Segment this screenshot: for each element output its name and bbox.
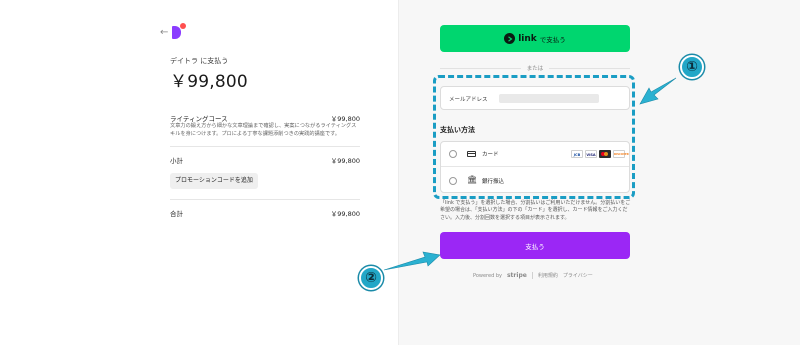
powered-by-text: Powered by (473, 272, 502, 279)
item-description: 文章力の鍛え方から細かな文章理論まで確認し、実案につながるライティングスキルを身… (170, 123, 357, 137)
installment-notice: 「link で支払う」を選択した場合、分割払いはご利用いただけません。分割払いを… (440, 200, 631, 221)
stripe-logo[interactable]: stripe (507, 272, 527, 279)
merchant-line: デイトラ に支払う (170, 57, 229, 65)
subtotal-label: 小計 (170, 157, 183, 165)
subtotal-row: 小計 ￥99,800 (170, 155, 360, 165)
add-promo-code-button[interactable]: プロモーションコードを追加 (170, 173, 258, 189)
or-divider: または (440, 64, 631, 72)
item-price: ￥99,800 (330, 115, 360, 123)
item-name: ライティングコース (170, 115, 228, 123)
or-line-left (440, 67, 521, 69)
back-row[interactable]: ← (160, 23, 187, 39)
divider (170, 199, 360, 200)
back-arrow-icon[interactable]: ← (160, 27, 168, 38)
footer: Powered by stripe 利用規約 プライバシー (473, 272, 593, 279)
link-suffix: で支払う (539, 35, 566, 44)
merchant-logo (172, 23, 187, 39)
terms-link[interactable]: 利用規約 (538, 272, 558, 279)
divider (170, 146, 360, 147)
or-text: または (526, 66, 544, 72)
pay-button[interactable]: 支払う (440, 232, 630, 259)
pay-with-link-button[interactable]: link で支払う (440, 25, 630, 52)
link-brand: link (518, 33, 537, 44)
highlight-box (433, 75, 635, 199)
privacy-link[interactable]: プライバシー (563, 272, 593, 279)
total-label: 合計 (170, 210, 183, 218)
total-row: 合計 ￥99,800 (170, 208, 360, 218)
total-value: ￥99,800 (330, 210, 360, 218)
subtotal-value: ￥99,800 (330, 157, 360, 165)
or-line-right (549, 67, 631, 69)
link-arrow-icon (504, 33, 516, 44)
line-item: ライティングコース ￥99,800 (170, 113, 360, 123)
annotation-badge-1: ① (680, 55, 704, 79)
footer-separator (531, 272, 533, 279)
annotation-badge-2: ② (359, 266, 383, 290)
total-amount: ￥99,800 (170, 72, 248, 92)
